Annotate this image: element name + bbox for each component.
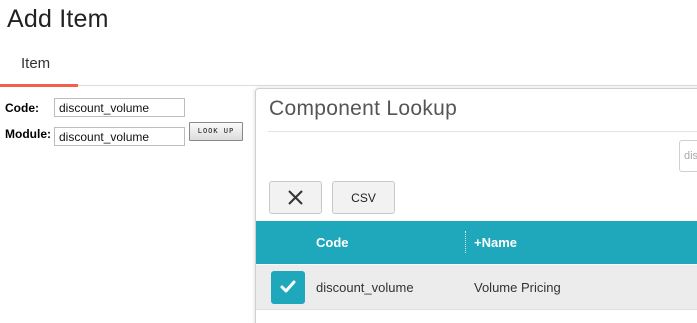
- dialog-title: Component Lookup: [269, 97, 458, 120]
- look-up-button[interactable]: LOOK UP: [189, 122, 243, 141]
- tab-bar: Item: [0, 44, 697, 87]
- dialog-divider: [268, 131, 697, 132]
- search-input[interactable]: dis: [679, 140, 697, 172]
- code-label: Code:: [5, 101, 39, 115]
- cell-code: discount_volume: [316, 280, 414, 295]
- cell-name: Volume Pricing: [474, 280, 561, 295]
- page-title: Add Item: [7, 5, 109, 33]
- code-field[interactable]: [54, 98, 185, 117]
- tab-item-label: Item: [21, 55, 51, 72]
- close-button[interactable]: [269, 181, 322, 214]
- csv-button[interactable]: CSV: [332, 181, 395, 214]
- checkmark-icon: [280, 280, 296, 293]
- column-header-code[interactable]: Code: [316, 235, 349, 250]
- row-select-checkbox[interactable]: [271, 271, 305, 304]
- table-header: Code +Name: [256, 221, 697, 264]
- column-header-name[interactable]: +Name: [474, 235, 517, 250]
- column-divider[interactable]: [465, 231, 466, 253]
- close-icon: [288, 190, 303, 205]
- module-label: Module:: [5, 127, 51, 141]
- active-tab-indicator: [0, 84, 78, 87]
- module-field[interactable]: [54, 127, 185, 146]
- tab-item[interactable]: Item: [0, 44, 78, 87]
- component-lookup-dialog: Component Lookup dis CSV Code +Name disc…: [255, 88, 697, 323]
- table-row[interactable]: discount_volume Volume Pricing: [256, 265, 697, 310]
